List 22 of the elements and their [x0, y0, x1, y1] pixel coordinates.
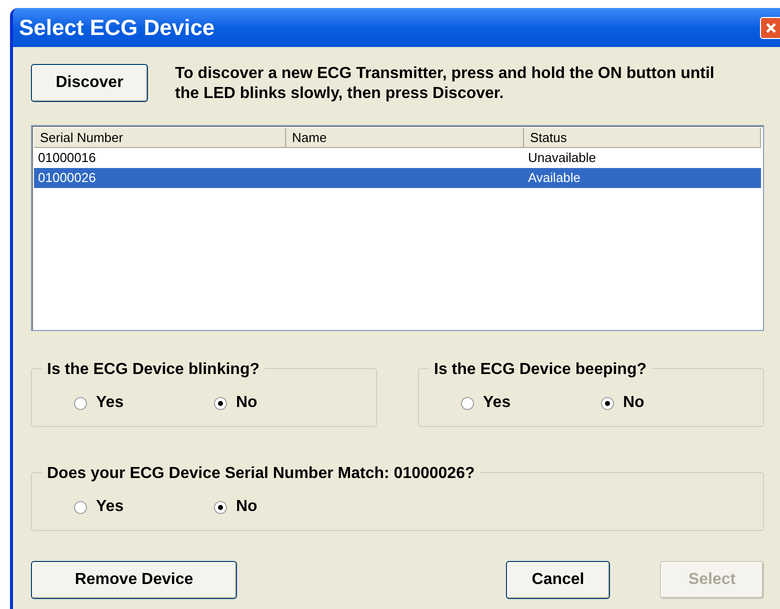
- column-header[interactable]: Serial Number: [34, 128, 286, 147]
- device-row[interactable]: 01000026 Available: [34, 168, 761, 188]
- status-cell-text: Available: [527, 169, 582, 187]
- radio-option[interactable]: Yes: [461, 391, 601, 415]
- close-icon: [765, 22, 777, 34]
- serial-number-cell-text: 01000016: [37, 149, 97, 167]
- radio-option[interactable]: No: [601, 391, 741, 415]
- radio-option[interactable]: Yes: [74, 391, 214, 415]
- discover-button[interactable]: Discover: [31, 64, 148, 102]
- close-button[interactable]: [760, 16, 780, 38]
- radio-option[interactable]: Yes: [74, 495, 214, 519]
- dialog-button[interactable]: Remove Device: [31, 561, 237, 599]
- column-header[interactable]: Status: [524, 128, 761, 147]
- window-title: Select ECG Device: [19, 14, 215, 42]
- instructions-text: To discover a new ECG Transmitter, press and hold the ON button until the LED blinks slowly, then press Discover.: [175, 64, 716, 104]
- status-cell-text: Unavailable: [527, 149, 597, 167]
- column-header[interactable]: Name: [286, 128, 524, 147]
- radio-option[interactable]: No: [214, 391, 354, 415]
- radio-option[interactable]: No: [214, 495, 354, 519]
- device-row[interactable]: 01000016 Unavailable: [34, 148, 761, 168]
- dialog-button[interactable]: Cancel: [506, 561, 610, 599]
- serial-number-cell-text: 01000026: [37, 169, 97, 187]
